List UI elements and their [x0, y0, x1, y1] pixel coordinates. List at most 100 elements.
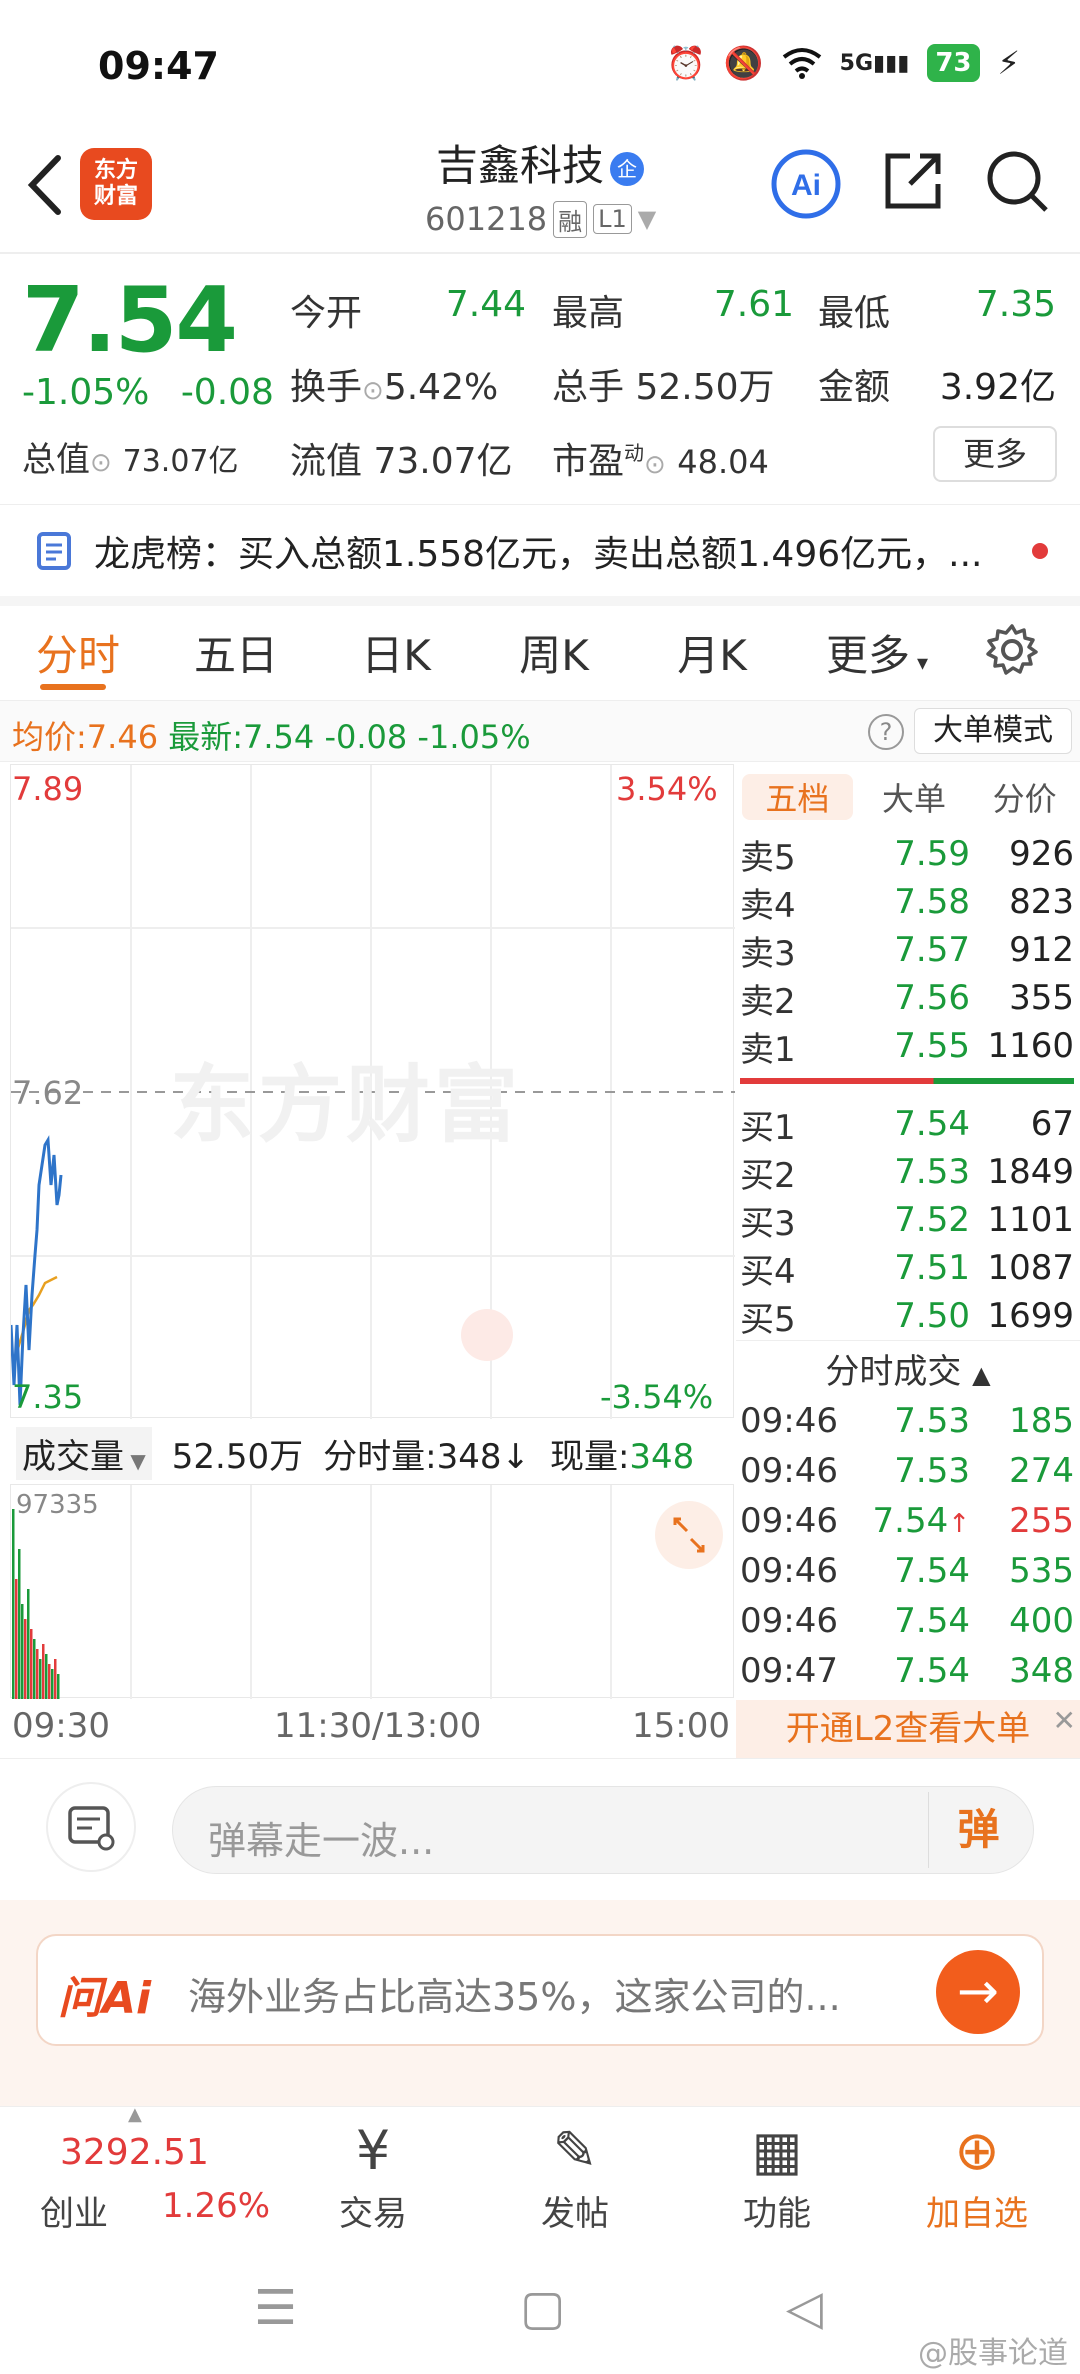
index-name[interactable]: 创业: [40, 2186, 108, 2235]
index-value[interactable]: 3292.51: [60, 2132, 209, 2173]
share-button[interactable]: [880, 148, 952, 220]
bid-ask-ratio-bar: [740, 1078, 1074, 1084]
mute-icon: 🔕: [723, 44, 764, 82]
big-order-mode-button[interactable]: 大单模式: [914, 708, 1072, 754]
nav-add-watch-label: 加自选: [926, 2194, 1028, 2234]
trade-row: 09:46 7.54 535: [740, 1546, 1074, 1596]
float-value: 73.07亿: [373, 441, 513, 482]
bid-price: 7.50: [894, 1296, 970, 1336]
charging-icon: ⚡: [997, 44, 1020, 82]
current-volume-label: 现量:: [549, 1436, 630, 1477]
ask-ai-go-button[interactable]: →: [936, 1950, 1020, 2034]
volume-bar: [30, 1629, 33, 1699]
tab-weekly-k[interactable]: 周K: [476, 622, 632, 683]
tab-more[interactable]: 更多 ▾: [792, 622, 962, 683]
latest-value: 7.54: [243, 718, 315, 756]
tab-big-orders[interactable]: 大单: [859, 774, 970, 820]
settings-button[interactable]: [962, 623, 1062, 681]
close-icon[interactable]: ✕: [1053, 1692, 1076, 1750]
ask-ai-text: 海外业务占比高达35%，这家公司的...: [188, 1975, 841, 2019]
plus-circle-icon: ⊕: [954, 2119, 1000, 2182]
grid-icon: ▦: [751, 2119, 803, 2182]
stock-code-row[interactable]: 601218 融 L1 ▼: [425, 200, 656, 238]
tab-five-level[interactable]: 五档: [742, 774, 853, 820]
trade-volume: 348: [1009, 1651, 1074, 1691]
l2-promo-banner[interactable]: 开通L2查看大单 ✕: [736, 1700, 1080, 1758]
bid-label: 买1: [740, 1107, 796, 1148]
nav-trade[interactable]: ¥ 交易: [308, 2116, 438, 2235]
help-icon[interactable]: ?: [868, 714, 904, 750]
nav-function[interactable]: ▦ 功能: [712, 2116, 842, 2235]
current-price: 7.54: [22, 268, 238, 373]
trade-price: 7.53: [894, 1451, 970, 1491]
turnover-field: 换手⊙5.42%: [290, 358, 498, 410]
amount-value: 3.92亿: [939, 367, 1056, 408]
time-axis-start: 09:30: [12, 1706, 110, 1746]
tab-five-day[interactable]: 五日: [156, 622, 316, 683]
float-label: 流值: [290, 441, 363, 482]
volume-bar: [12, 1509, 15, 1699]
nav-post-label: 发帖: [541, 2194, 609, 2234]
volume-selector[interactable]: 成交量 ▼: [16, 1426, 152, 1480]
tab-monthly-k[interactable]: 月K: [632, 622, 792, 683]
edit-icon: ✎: [552, 2119, 598, 2182]
open-label: 今开: [290, 293, 363, 334]
gear-icon: [986, 624, 1038, 675]
info-icon: ⊙: [90, 448, 112, 478]
volume-bar: [39, 1659, 42, 1699]
comment-settings-icon: [68, 1806, 115, 1851]
trade-price: 7.54: [894, 1601, 970, 1641]
ask-label: 卖4: [740, 885, 796, 926]
volume-bar: [42, 1644, 45, 1699]
tab-price-dist[interactable]: 分价: [969, 774, 1080, 820]
bid-row: 买4 7.51 1087: [740, 1244, 1074, 1292]
tab-intraday[interactable]: 分时: [0, 622, 156, 683]
latest-change: -0.08: [324, 718, 408, 756]
latest-label: 最新:: [168, 718, 244, 756]
more-button[interactable]: 更多: [933, 426, 1057, 482]
volume-bar: [18, 1549, 21, 1699]
bid-row: 买2 7.53 1849: [740, 1148, 1074, 1196]
ask-row: 卖4 7.58 823: [740, 878, 1074, 926]
ask-price: 7.58: [894, 882, 970, 922]
battery-icon: 73: [927, 44, 980, 82]
info-icon: ⊙: [644, 450, 666, 480]
danmaku-placeholder: 弹幕走一波...: [208, 1819, 435, 1863]
high-value: 7.61: [713, 284, 794, 325]
ask-volume: 823: [1009, 882, 1074, 922]
volume-chart[interactable]: [10, 1484, 734, 1699]
current-volume: 现量:348: [550, 1429, 694, 1478]
comment-settings-button[interactable]: [46, 1782, 136, 1872]
level-tag: L1: [593, 204, 632, 234]
nav-add-watch[interactable]: ⊕ 加自选: [912, 2116, 1042, 2235]
bid-row: 买5 7.50 1699: [740, 1292, 1074, 1340]
bid-price: 7.54: [894, 1104, 970, 1144]
trade-time: 09:47: [740, 1651, 838, 1691]
minute-volume: 分时量:348↓: [323, 1429, 530, 1478]
tab-daily-k[interactable]: 日K: [316, 622, 476, 683]
menu-icon[interactable]: ☰: [254, 2280, 297, 2336]
turnover-value: 5.42%: [383, 367, 499, 408]
search-button[interactable]: [984, 148, 1056, 220]
back-triangle-icon[interactable]: ◁: [786, 2280, 823, 2336]
home-icon[interactable]: ▢: [520, 2280, 565, 2336]
time-axis-mid: 11:30/13:00: [274, 1706, 482, 1746]
ask-price: 7.56: [894, 978, 970, 1018]
ai-button[interactable]: Ai: [770, 148, 842, 220]
danmaku-toggle-button[interactable]: 弹: [928, 1792, 1028, 1868]
pe-sup: 动: [624, 441, 645, 465]
trades-title[interactable]: 分时成交 ▲: [736, 1344, 1080, 1393]
search-icon: [987, 151, 1048, 212]
document-icon: [37, 532, 71, 570]
trade-price: 7.54↑: [860, 1501, 971, 1541]
index-pct[interactable]: 1.26%: [162, 2186, 270, 2226]
dragon-text: 龙虎榜：买入总额1.558亿元，卖出总额1.496亿元，...: [94, 534, 983, 575]
float-field: 流值 73.07亿: [290, 432, 513, 484]
change-abs: -0.08: [180, 372, 274, 413]
volume-label: 总手: [552, 367, 625, 408]
bid-price: 7.52: [894, 1200, 970, 1240]
nav-post[interactable]: ✎ 发帖: [510, 2116, 640, 2235]
dragon-tiger-banner[interactable]: 龙虎榜：买入总额1.558亿元，卖出总额1.496亿元，...: [0, 510, 1080, 592]
mktcap-label: 总值: [22, 440, 90, 480]
trade-time: 09:46: [740, 1551, 838, 1591]
